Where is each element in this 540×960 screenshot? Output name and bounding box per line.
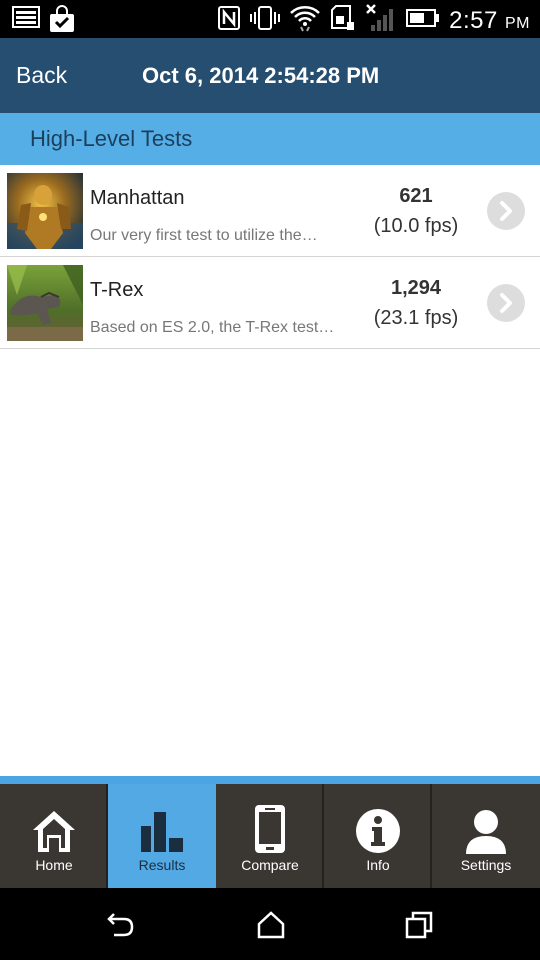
tab-settings[interactable]: Settings — [432, 784, 540, 888]
tab-label: Settings — [460, 857, 512, 873]
nfc-icon — [217, 5, 241, 36]
test-description: Based on ES 2.0, the T-Rex test… — [90, 319, 335, 336]
no-signal-icon — [365, 3, 397, 38]
test-description: Our very first test to utilize the… — [90, 227, 318, 244]
test-name: T-Rex — [90, 279, 144, 301]
chevron-right-icon[interactable] — [487, 192, 525, 230]
tab-home[interactable]: Home — [0, 784, 108, 888]
test-fps: (10.0 fps) — [373, 215, 459, 237]
tab-compare[interactable]: Compare — [216, 784, 324, 888]
navigation-bar — [0, 888, 540, 960]
info-icon — [324, 802, 432, 854]
recents-nav-icon[interactable] — [404, 910, 434, 940]
chevron-right-icon[interactable] — [487, 284, 525, 322]
section-header: High-Level Tests — [0, 113, 540, 165]
test-fps: (23.1 fps) — [373, 307, 459, 329]
tab-label: Results — [138, 857, 186, 873]
bar-chart-icon — [108, 802, 216, 854]
home-icon — [0, 802, 108, 854]
result-row-manhattan[interactable]: Manhattan Our very first test to utilize… — [0, 165, 540, 257]
test-name: Manhattan — [90, 187, 185, 209]
image-icon — [12, 5, 40, 38]
t-rex-thumbnail — [7, 265, 83, 341]
manhattan-thumbnail — [7, 173, 83, 249]
test-score: 621 — [399, 185, 433, 207]
tab-label: Home — [35, 857, 73, 873]
tab-label: Compare — [241, 857, 299, 873]
tab-results[interactable]: Results — [108, 784, 216, 888]
shopping-bag-icon — [48, 5, 76, 38]
tab-bar: Home Results Compare Info Settings — [0, 784, 540, 888]
clock: 2:57 PM — [449, 6, 530, 34]
vibrate-icon — [250, 5, 281, 36]
action-bar: Back Oct 6, 2014 2:54:28 PM — [0, 38, 540, 113]
result-row-t-rex[interactable]: T-Rex Based on ES 2.0, the T-Rex test… 1… — [0, 257, 540, 349]
section-title: High-Level Tests — [30, 126, 193, 151]
status-bar: 2:57 PM — [0, 0, 540, 38]
back-nav-icon[interactable] — [106, 910, 136, 940]
tab-label: Info — [366, 857, 390, 873]
back-button[interactable]: Back — [16, 38, 67, 113]
sd-card-icon — [330, 4, 356, 37]
tab-bar-stripe — [0, 776, 540, 784]
wifi-icon — [289, 3, 321, 38]
phone-icon — [216, 802, 324, 854]
tab-info[interactable]: Info — [324, 784, 432, 888]
home-nav-icon[interactable] — [256, 910, 286, 940]
page-title: Oct 6, 2014 2:54:28 PM — [142, 63, 380, 88]
battery-icon — [406, 8, 440, 33]
person-icon — [432, 802, 540, 854]
test-score: 1,294 — [390, 277, 442, 299]
